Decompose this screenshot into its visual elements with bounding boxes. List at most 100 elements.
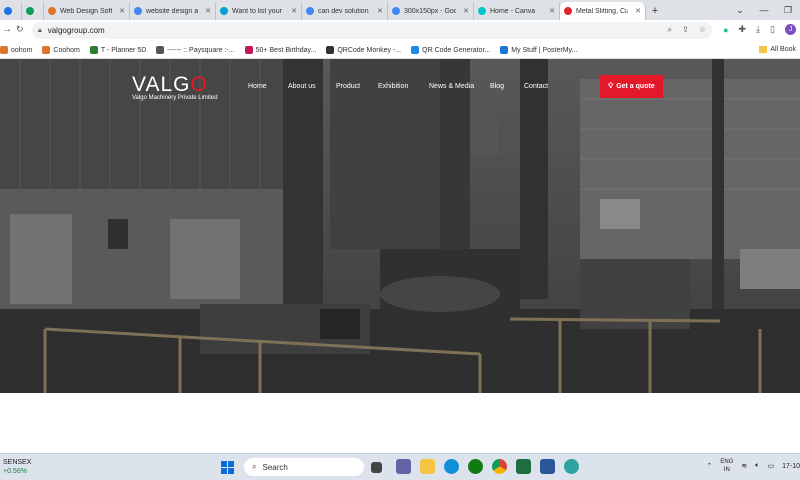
close-tab-icon[interactable]: ✕	[119, 7, 125, 15]
star-icon[interactable]: ☆	[699, 25, 706, 35]
tab-title: Metal Slitting, Cu	[576, 7, 628, 15]
bookmark-icon	[0, 46, 8, 54]
bookmark-item[interactable]: QR Code Generator...	[411, 46, 490, 54]
close-tab-icon[interactable]: ✕	[291, 7, 297, 15]
file-explorer-icon[interactable]	[420, 459, 435, 474]
download-icon[interactable]: ⤓	[756, 24, 760, 35]
tab-title: Home - Canva	[490, 7, 536, 15]
browser-tab[interactable]: Home - Canva ✕	[474, 2, 560, 20]
bookmark-label: ------ :: Paysquare :-...	[167, 46, 235, 54]
nav-news-media[interactable]: News & Media	[429, 83, 474, 90]
browser-tab[interactable]: can dev solution ✕	[302, 2, 388, 20]
bookmark-item[interactable]: oohom	[0, 46, 32, 54]
shield-icon	[4, 7, 12, 15]
browser-tab[interactable]: Web Design Softw ✕	[44, 2, 130, 20]
reload-icon[interactable]: ↻	[16, 24, 24, 35]
bookmark-label: My Stuff | PosterMy...	[511, 46, 578, 54]
google-icon	[392, 7, 400, 15]
windows-start-icon[interactable]	[221, 461, 234, 474]
logo-tagline: Valgo Machinery Private Limited	[132, 95, 218, 101]
canva-icon	[478, 7, 486, 15]
taskbar-search[interactable]: ⌕ Search	[244, 458, 364, 476]
browser-tab[interactable]: 300x150px - Goo ✕	[388, 2, 474, 20]
edge-icon[interactable]	[444, 459, 459, 474]
bookmark-label: QRCode Monkey -...	[337, 46, 402, 54]
clock[interactable]: 17-10	[782, 463, 800, 470]
word-icon[interactable]	[540, 459, 555, 474]
nav-exhibition[interactable]: Exhibition	[378, 83, 408, 90]
browser-tab[interactable]	[22, 2, 44, 20]
lock-icon[interactable]: 🔒︎	[38, 27, 42, 35]
browser-tab[interactable]: website design an ✕	[130, 2, 216, 20]
chrome-icon[interactable]	[492, 459, 507, 474]
search-icon[interactable]: ⌕	[668, 25, 672, 35]
bookmark-item[interactable]: ------ :: Paysquare :-...	[156, 46, 235, 54]
tab-title: website design an	[146, 7, 198, 15]
close-tab-icon[interactable]: ✕	[549, 7, 555, 15]
browser-tab[interactable]	[0, 2, 22, 20]
browser-tab[interactable]: Metal Slitting, Cu ✕	[560, 2, 646, 20]
chat-icon[interactable]	[396, 459, 411, 474]
wifi-icon[interactable]: ≋	[741, 462, 747, 470]
bookmark-label: T - Planner 5D	[100, 46, 147, 54]
tab-title: Want to list your	[232, 7, 282, 15]
extensions-icon[interactable]: ✚	[739, 24, 747, 35]
nav-blog[interactable]: Blog	[490, 83, 504, 90]
grammarly-icon[interactable]: ●	[723, 25, 728, 35]
chevron-down-icon[interactable]: ⌄	[728, 0, 752, 20]
minimize-icon[interactable]: —	[752, 0, 776, 20]
excel-icon[interactable]	[516, 459, 531, 474]
browser-tab[interactable]: Want to list your ✕	[216, 2, 302, 20]
bookmark-item[interactable]: QRCode Monkey -...	[326, 46, 401, 54]
xbox-icon[interactable]	[468, 459, 483, 474]
share-icon[interactable]: ⇪	[682, 25, 689, 35]
bookmark-item[interactable]: 50+ Best Birthday...	[244, 46, 316, 54]
nav-about-us[interactable]: About us	[288, 83, 316, 90]
bookmark-item[interactable]: My Stuff | PosterMy...	[500, 46, 577, 54]
nav-contact[interactable]: Contact	[524, 83, 548, 90]
task-view-icon[interactable]	[371, 462, 382, 473]
bookmark-icon	[500, 46, 509, 54]
dollar-icon	[26, 7, 34, 15]
stock-widget[interactable]: SENSEX +0.56%	[3, 458, 31, 476]
lightbulb-icon: 💡︎	[608, 82, 614, 90]
new-tab-button[interactable]: +	[646, 2, 664, 20]
globe-icon	[48, 7, 56, 15]
valgo-icon	[564, 7, 572, 15]
language-indicator[interactable]: ENG IN	[720, 458, 733, 474]
get-a-quote-button[interactable]: 💡︎ Get a quote	[600, 75, 663, 98]
chevron-up-icon[interactable]: ⌃	[707, 462, 713, 470]
bookmark-item[interactable]: Coohom	[42, 46, 80, 54]
forward-icon[interactable]: →	[2, 24, 12, 35]
globe-app-icon[interactable]	[564, 459, 579, 474]
google-icon	[134, 7, 142, 15]
nav-product[interactable]: Product	[336, 83, 360, 90]
battery-icon[interactable]: ▭	[767, 462, 774, 470]
sidepanel-icon[interactable]: ▯	[770, 24, 775, 35]
bookmarks-bar: oohom Coohom T - Planner 5D ------ :: Paysq…	[0, 42, 800, 59]
close-tab-icon[interactable]: ✕	[463, 7, 469, 15]
bookmark-icon	[156, 46, 165, 54]
close-tab-icon[interactable]: ✕	[377, 7, 383, 15]
bookmark-item[interactable]: T - Planner 5D	[89, 46, 147, 54]
logo-mark: VALGO	[132, 73, 208, 96]
close-tab-icon[interactable]: ✕	[635, 7, 641, 15]
all-bookmarks[interactable]: All Book	[759, 46, 796, 53]
drop-icon	[220, 7, 228, 15]
bookmark-icon	[411, 46, 420, 54]
url-text[interactable]: valgogroup.com	[48, 26, 105, 35]
address-bar[interactable]: 🔒︎ valgogroup.com ⌕ ⇪ ☆	[32, 22, 712, 39]
google-icon	[306, 7, 314, 15]
profile-avatar[interactable]: J	[785, 24, 796, 35]
tab-title: can dev solution	[318, 7, 369, 15]
restore-icon[interactable]: ❐	[776, 0, 800, 20]
speaker-icon[interactable]: 🔈︎	[755, 462, 759, 470]
page-content-area	[0, 393, 800, 453]
bookmark-icon	[326, 46, 335, 54]
nav-home[interactable]: Home	[248, 83, 267, 90]
windows-taskbar: SENSEX +0.56% ⌕ Search ⌃ ENG IN ≋ 🔈︎ ▭ 1…	[0, 453, 800, 480]
valgo-logo[interactable]: VALGO Valgo Machinery Private Limited	[132, 73, 218, 101]
system-tray: ⌃ ENG IN ≋ 🔈︎ ▭ 17-10	[707, 458, 800, 474]
browser-toolbar: → ↻ 🔒︎ valgogroup.com ⌕ ⇪ ☆ ● ✚ ⤓ ▯ J	[0, 20, 800, 42]
close-tab-icon[interactable]: ✕	[205, 7, 211, 15]
